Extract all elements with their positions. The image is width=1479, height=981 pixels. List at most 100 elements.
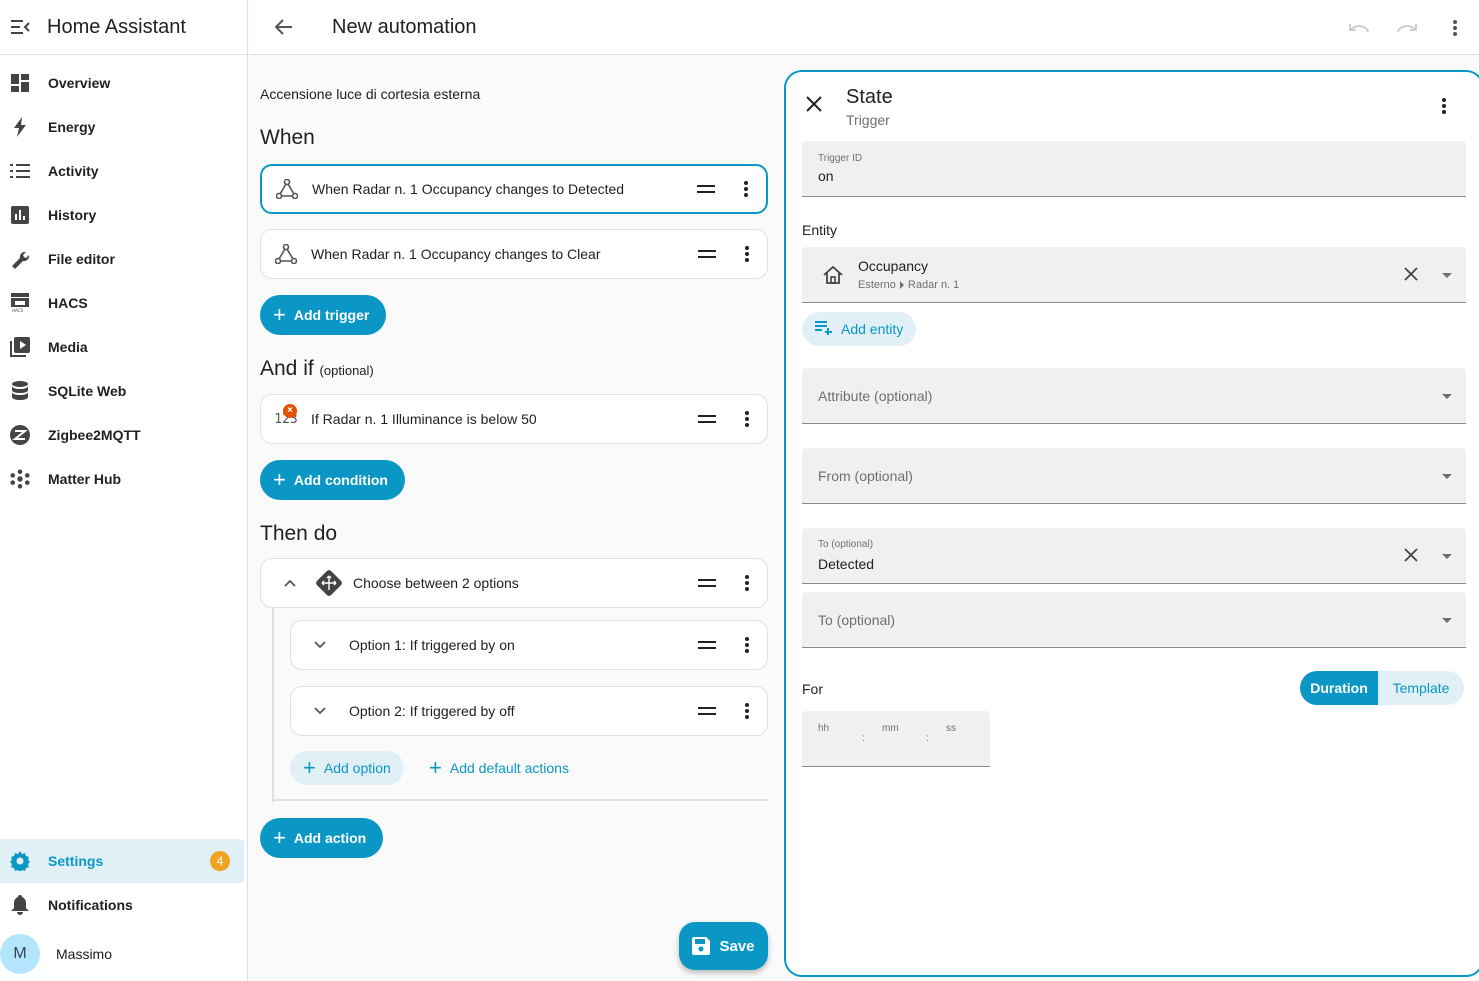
save-button[interactable]: Save [679,922,768,970]
trigger-id-label: Trigger ID [818,153,863,164]
gear-icon [10,851,30,871]
menu-toggle-icon[interactable] [0,0,40,55]
hours-label: hh [818,723,830,734]
dropdown-arrow-icon[interactable] [1442,273,1452,278]
sidebar-bottom: Settings 4 Notifications M Massimo [0,839,248,981]
chevron-down-icon[interactable] [291,641,349,649]
choose-card[interactable]: Choose between 2 options [260,558,768,608]
dropdown-arrow-icon[interactable] [1442,474,1452,479]
duration-toggle-button[interactable]: Duration [1300,671,1378,705]
trigger-card[interactable]: When Radar n. 1 Occupancy changes to Cle… [260,229,768,279]
hacs-icon: HACS [10,293,30,313]
sidebar-item-history[interactable]: History [0,193,247,237]
sidebar-item-zigbee2mqtt[interactable]: Zigbee2MQTT [0,413,247,457]
back-arrow-icon[interactable] [249,0,319,55]
trigger-text: When Radar n. 1 Occupancy changes to Cle… [311,246,601,262]
redo-icon[interactable] [1383,4,1431,52]
dropdown-arrow-icon[interactable] [1442,618,1452,623]
add-action-button[interactable]: + Add action [260,818,384,858]
sidebar-item-label: Activity [48,163,99,179]
more-vert-icon[interactable] [727,246,767,262]
more-vert-icon[interactable] [727,411,767,427]
to-select-empty[interactable]: To (optional) [802,592,1466,648]
dropdown-arrow-icon[interactable] [1442,394,1452,399]
sidebar-item-notifications[interactable]: Notifications [0,883,248,927]
to-empty-label: To (optional) [818,612,896,628]
sidebar-item-sqlite-web[interactable]: SQLite Web [0,369,247,413]
user-name: Massimo [56,946,113,962]
more-vert-icon[interactable] [727,637,767,653]
entity-label: Entity [802,222,838,238]
sidebar-nav: Overview Energy Activity History File ed… [0,55,247,501]
sidebar-item-hacs[interactable]: HACS HACS [0,281,247,325]
option-card[interactable]: Option 2: If triggered by off [290,686,768,736]
save-icon [692,937,711,955]
condition-card[interactable]: 123 × If Radar n. 1 Illuminance is below… [260,394,768,444]
sidebar-item-user[interactable]: M Massimo [0,927,248,981]
drag-handle-icon[interactable] [686,185,726,193]
entity-picker[interactable]: Occupancy Esterno Radar n. 1 [802,247,1466,303]
sidebar-header: Home Assistant [0,0,247,55]
from-select[interactable]: From (optional) [802,448,1466,504]
option-card[interactable]: Option 1: If triggered by on [290,620,768,670]
trigger-state-icon [262,179,312,199]
more-vert-icon[interactable] [727,575,767,591]
entity-context: Esterno Radar n. 1 [858,279,959,291]
top-bar: New automation [249,0,1479,55]
time-separator: : [926,733,929,744]
chevron-down-icon[interactable] [291,707,349,715]
dropdown-arrow-icon[interactable] [1442,554,1452,559]
trigger-detail-panel: State Trigger Trigger ID on Entity Occup… [784,70,1479,977]
template-toggle-button[interactable]: Template [1378,671,1464,705]
drag-handle-icon[interactable] [687,641,727,649]
chevron-up-icon[interactable] [275,579,305,587]
add-condition-button[interactable]: + Add condition [260,460,405,500]
drag-handle-icon[interactable] [687,415,727,423]
sidebar-item-matter-hub[interactable]: Matter Hub [0,457,247,501]
plus-icon: + [273,825,286,850]
sidebar-item-overview[interactable]: Overview [0,61,247,105]
playlist-plus-icon [815,320,833,338]
drag-handle-icon[interactable] [687,250,727,258]
add-condition-label: Add condition [293,472,388,488]
add-default-actions-button[interactable]: + Add default actions [416,751,582,785]
attribute-label: Attribute (optional) [818,388,933,404]
add-entity-button[interactable]: Add entity [802,312,917,346]
entity-device: Radar n. 1 [907,279,960,291]
sidebar-item-label: Media [48,339,88,355]
duration-input[interactable]: hh : mm : ss [802,711,990,767]
sidebar-item-label: Energy [48,119,96,135]
more-vert-icon[interactable] [1431,4,1479,52]
drag-handle-icon[interactable] [687,579,727,587]
sidebar-item-energy[interactable]: Energy [0,105,247,149]
sidebar-item-label: Matter Hub [48,471,122,487]
to-value: Detected [818,556,875,572]
page-title: New automation [332,15,477,38]
choose-branch-bottom [272,799,768,801]
sidebar-item-label: History [48,207,97,223]
trigger-id-field[interactable]: Trigger ID on [802,141,1466,197]
close-icon[interactable] [806,96,822,117]
more-vert-icon[interactable] [1442,98,1446,119]
more-vert-icon[interactable] [726,181,766,197]
add-option-button[interactable]: + Add option [290,751,404,785]
andif-title-text: And if [260,357,314,380]
sidebar-item-activity[interactable]: Activity [0,149,247,193]
attribute-select[interactable]: Attribute (optional) [802,368,1466,424]
undo-icon[interactable] [1335,4,1383,52]
more-vert-icon[interactable] [727,703,767,719]
clear-icon[interactable] [1404,548,1418,567]
sidebar-item-settings[interactable]: Settings 4 [0,839,244,883]
sidebar-item-label: File editor [48,251,115,267]
andif-title: And if (optional) [260,357,374,381]
to-select-filled[interactable]: To (optional) Detected [802,528,1466,584]
sidebar-item-file-editor[interactable]: File editor [0,237,247,281]
clear-icon[interactable] [1404,267,1418,286]
for-mode-toggle: Duration Template [1300,671,1464,705]
trigger-id-value: on [818,168,834,184]
trigger-card[interactable]: When Radar n. 1 Occupancy changes to Det… [260,164,768,214]
sidebar-item-media[interactable]: Media [0,325,247,369]
time-separator: : [862,733,865,744]
add-trigger-button[interactable]: + Add trigger [260,295,387,335]
drag-handle-icon[interactable] [687,707,727,715]
